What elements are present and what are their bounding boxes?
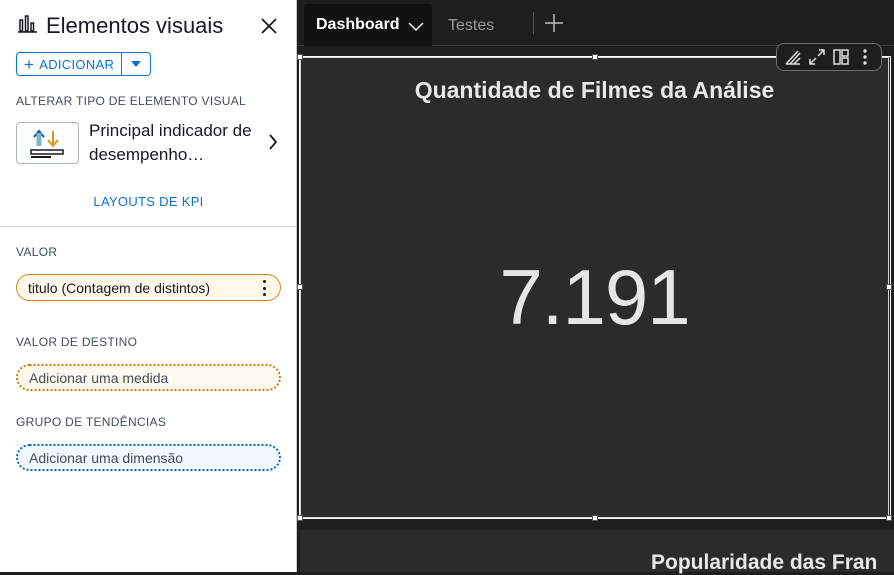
- target-placeholder: Adicionar uma medida: [29, 369, 169, 386]
- add-visual-button[interactable]: + ADICIONAR: [16, 52, 123, 76]
- trend-placeholder: Adicionar uma dimensão: [29, 449, 184, 466]
- section-divider: [0, 226, 296, 227]
- resize-handle[interactable]: [592, 515, 598, 521]
- visual-toolbar: [776, 43, 882, 71]
- second-visual-title: Popularidade das Fran: [651, 551, 878, 574]
- change-type-label: ALTERAR TIPO DE ELEMENTO VISUAL: [16, 94, 247, 108]
- visual-title: Quantidade de Filmes da Análise: [414, 77, 775, 103]
- resize-handle[interactable]: [297, 515, 303, 521]
- resize-handle[interactable]: [297, 54, 303, 60]
- value-field-name: titulo (Contagem de distintos): [28, 279, 211, 296]
- target-value-well[interactable]: Adicionar uma medida: [16, 364, 281, 391]
- add-button-group: + ADICIONAR: [16, 52, 152, 76]
- visual-type-selector[interactable]: Principal indicador de desempenho…: [16, 115, 282, 171]
- visuals-panel: Elementos visuais + ADICIONAR ALTERAR TI…: [0, 0, 297, 572]
- kpi-value: 7.191: [499, 253, 690, 341]
- visual-type-name: Principal indicador de desempenho…: [89, 121, 252, 164]
- kpi-type-icon: [16, 122, 79, 164]
- layout-grid-icon[interactable]: [832, 48, 850, 66]
- more-options-icon[interactable]: [258, 280, 270, 296]
- caret-down-icon: [131, 61, 142, 67]
- add-dropdown-caret[interactable]: [122, 52, 152, 76]
- bar-chart-icon: [18, 14, 38, 39]
- value-label: VALOR: [16, 245, 58, 259]
- add-sheet-icon[interactable]: [543, 12, 565, 34]
- panel-title: Elementos visuais: [46, 13, 224, 38]
- chevron-down-icon[interactable]: [408, 19, 424, 37]
- expand-icon[interactable]: [808, 48, 826, 66]
- more-menu-icon[interactable]: [856, 48, 874, 66]
- trend-group-label: GRUPO DE TENDÊNCIAS: [16, 415, 167, 429]
- close-icon[interactable]: [258, 14, 280, 38]
- add-button-label: ADICIONAR: [39, 56, 115, 72]
- tab-dashboard[interactable]: Dashboard: [304, 4, 432, 46]
- trend-group-well[interactable]: Adicionar uma dimensão: [16, 444, 281, 471]
- kpi-layouts-link[interactable]: LAYOUTS DE KPI: [0, 194, 297, 209]
- sheet-tabs: Dashboard Testes: [297, 0, 894, 46]
- panel-header: Elementos visuais: [18, 12, 288, 40]
- resize-handle[interactable]: [592, 54, 598, 60]
- target-value-label: VALOR DE DESTINO: [16, 335, 138, 349]
- format-visual-icon[interactable]: [784, 48, 802, 66]
- plus-icon: +: [24, 54, 35, 74]
- chevron-right-icon: [268, 133, 278, 156]
- tab-testes[interactable]: Testes: [448, 17, 494, 35]
- value-field-well[interactable]: titulo (Contagem de distintos): [16, 274, 281, 301]
- resize-handle[interactable]: [886, 515, 892, 521]
- tab-separator: [533, 12, 534, 34]
- tab-label: Dashboard: [316, 16, 400, 33]
